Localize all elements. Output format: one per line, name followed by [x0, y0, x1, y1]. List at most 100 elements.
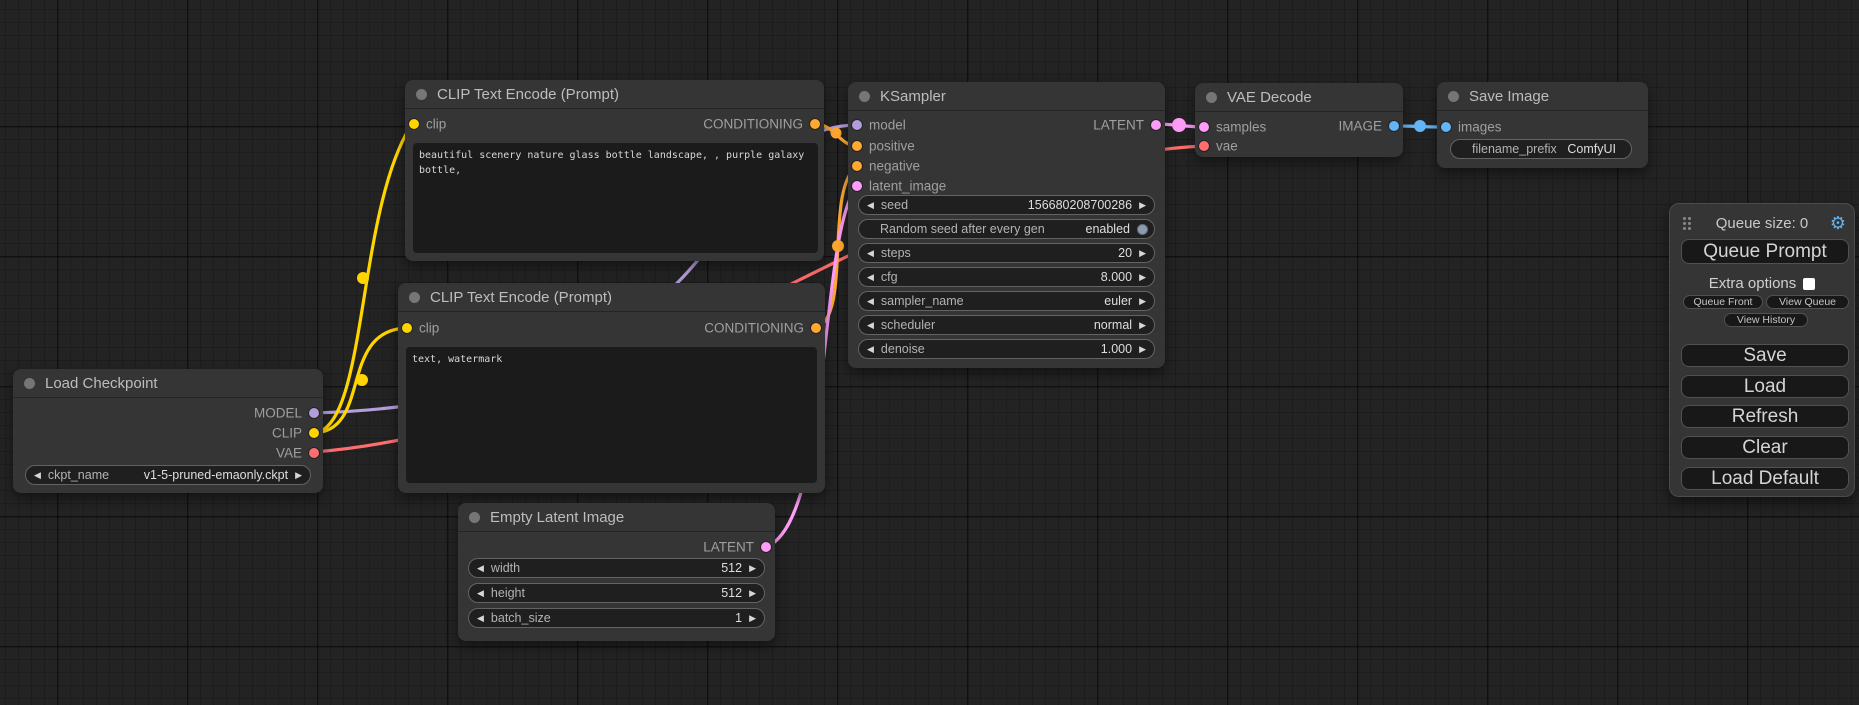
- node-load-checkpoint[interactable]: Load Checkpoint MODEL CLIP VAE ◀ ckpt_na…: [13, 369, 323, 493]
- decrement-arrow-icon[interactable]: ◀: [867, 297, 874, 306]
- node-clip-text-encode-negative[interactable]: CLIP Text Encode (Prompt) clip CONDITION…: [398, 283, 825, 493]
- random-seed-toggle-widget[interactable]: Random seed after every gen enabled: [858, 219, 1155, 239]
- node-titlebar[interactable]: Save Image: [1437, 82, 1648, 111]
- input-port-vae[interactable]: [1199, 141, 1209, 151]
- scheduler-widget[interactable]: ◀ scheduler normal ▶: [858, 315, 1155, 335]
- collapse-dot-icon[interactable]: [859, 91, 870, 102]
- output-port-latent[interactable]: [761, 542, 771, 552]
- queue-prompt-button[interactable]: Queue Prompt: [1681, 239, 1849, 264]
- height-widget[interactable]: ◀ height 512 ▶: [468, 583, 765, 603]
- decrement-arrow-icon[interactable]: ◀: [477, 589, 484, 598]
- increment-arrow-icon[interactable]: ▶: [1139, 249, 1146, 258]
- node-titlebar[interactable]: VAE Decode: [1195, 83, 1403, 112]
- increment-arrow-icon[interactable]: ▶: [749, 614, 756, 623]
- output-port-model[interactable]: [309, 408, 319, 418]
- link-midpoint-dot[interactable]: [356, 374, 368, 386]
- decrement-arrow-icon[interactable]: ◀: [867, 201, 874, 210]
- collapse-dot-icon[interactable]: [1448, 91, 1459, 102]
- ckpt-name-widget[interactable]: ◀ ckpt_name v1-5-pruned-emaonly.ckpt ▶: [25, 465, 311, 485]
- node-titlebar[interactable]: Load Checkpoint: [13, 369, 323, 398]
- link-midpoint-dot[interactable]: [1172, 118, 1186, 132]
- increment-arrow-icon[interactable]: ▶: [749, 564, 756, 573]
- input-label-clip: clip: [419, 321, 439, 336]
- widget-value: 8.000: [1101, 270, 1132, 284]
- node-titlebar[interactable]: Empty Latent Image: [458, 503, 775, 532]
- prompt-textarea[interactable]: beautiful scenery nature glass bottle la…: [413, 143, 818, 253]
- decrement-arrow-icon[interactable]: ◀: [477, 614, 484, 623]
- input-label-positive: positive: [869, 139, 915, 154]
- extra-options-row: Extra options: [1670, 275, 1854, 292]
- refresh-button[interactable]: Refresh: [1681, 405, 1849, 428]
- view-history-button[interactable]: View History: [1724, 313, 1808, 327]
- clear-button[interactable]: Clear: [1681, 436, 1849, 459]
- increment-arrow-icon[interactable]: ▶: [295, 471, 302, 480]
- link-midpoint-dot[interactable]: [357, 272, 369, 284]
- output-label-image: IMAGE: [1338, 119, 1382, 134]
- denoise-widget[interactable]: ◀ denoise 1.000 ▶: [858, 339, 1155, 359]
- output-port-clip[interactable]: [309, 428, 319, 438]
- input-port-clip[interactable]: [402, 323, 412, 333]
- comfyui-canvas[interactable]: { "icons": {"left_arrow":"◀","right_arro…: [0, 0, 1859, 705]
- output-port-vae[interactable]: [309, 448, 319, 458]
- widget-label: scheduler: [881, 318, 935, 332]
- collapse-dot-icon[interactable]: [469, 512, 480, 523]
- load-button[interactable]: Load: [1681, 375, 1849, 398]
- view-queue-button[interactable]: View Queue: [1766, 295, 1849, 309]
- node-clip-text-encode-positive[interactable]: CLIP Text Encode (Prompt) clip CONDITION…: [405, 80, 824, 261]
- input-port-model[interactable]: [852, 120, 862, 130]
- batch-size-widget[interactable]: ◀ batch_size 1 ▶: [468, 608, 765, 628]
- input-port-samples[interactable]: [1199, 122, 1209, 132]
- node-empty-latent-image[interactable]: Empty Latent Image LATENT ◀ width 512 ▶ …: [458, 503, 775, 641]
- filename-prefix-widget[interactable]: filename_prefix ComfyUI: [1450, 139, 1632, 159]
- sampler-name-widget[interactable]: ◀ sampler_name euler ▶: [858, 291, 1155, 311]
- save-button[interactable]: Save: [1681, 344, 1849, 367]
- collapse-dot-icon[interactable]: [409, 292, 420, 303]
- node-titlebar[interactable]: KSampler: [848, 82, 1165, 111]
- steps-widget[interactable]: ◀ steps 20 ▶: [858, 243, 1155, 263]
- collapse-dot-icon[interactable]: [416, 89, 427, 100]
- node-titlebar[interactable]: CLIP Text Encode (Prompt): [398, 283, 825, 312]
- collapse-dot-icon[interactable]: [1206, 92, 1217, 103]
- extra-options-checkbox[interactable]: [1803, 278, 1815, 290]
- drag-handle-icon[interactable]: [1683, 217, 1686, 220]
- input-port-clip[interactable]: [409, 119, 419, 129]
- node-vae-decode[interactable]: VAE Decode samples vae IMAGE: [1195, 83, 1403, 157]
- decrement-arrow-icon[interactable]: ◀: [867, 345, 874, 354]
- increment-arrow-icon[interactable]: ▶: [1139, 201, 1146, 210]
- decrement-arrow-icon[interactable]: ◀: [867, 249, 874, 258]
- queue-front-button[interactable]: Queue Front: [1683, 295, 1763, 309]
- load-default-button[interactable]: Load Default: [1681, 467, 1849, 490]
- output-port-conditioning[interactable]: [811, 323, 821, 333]
- output-label-model: MODEL: [254, 406, 302, 421]
- settings-gear-icon[interactable]: ⚙: [1830, 212, 1846, 234]
- decrement-arrow-icon[interactable]: ◀: [867, 273, 874, 282]
- output-port-image[interactable]: [1389, 121, 1399, 131]
- increment-arrow-icon[interactable]: ▶: [1139, 321, 1146, 330]
- prompt-textarea[interactable]: text, watermark: [406, 347, 817, 483]
- decrement-arrow-icon[interactable]: ◀: [867, 321, 874, 330]
- seed-widget[interactable]: ◀ seed 156680208700286 ▶: [858, 195, 1155, 215]
- input-label-model: model: [869, 118, 906, 133]
- link-midpoint-dot[interactable]: [1414, 120, 1426, 132]
- cfg-widget[interactable]: ◀ cfg 8.000 ▶: [858, 267, 1155, 287]
- link-midpoint-dot[interactable]: [831, 128, 842, 139]
- decrement-arrow-icon[interactable]: ◀: [477, 564, 484, 573]
- input-port-negative[interactable]: [852, 161, 862, 171]
- increment-arrow-icon[interactable]: ▶: [1139, 297, 1146, 306]
- link-midpoint-dot[interactable]: [832, 240, 844, 252]
- collapse-dot-icon[interactable]: [24, 378, 35, 389]
- node-save-image[interactable]: Save Image images filename_prefix ComfyU…: [1437, 82, 1648, 168]
- input-port-images[interactable]: [1441, 122, 1451, 132]
- input-port-positive[interactable]: [852, 141, 862, 151]
- increment-arrow-icon[interactable]: ▶: [749, 589, 756, 598]
- decrement-arrow-icon[interactable]: ◀: [34, 471, 41, 480]
- output-port-conditioning[interactable]: [810, 119, 820, 129]
- input-port-latent-image[interactable]: [852, 181, 862, 191]
- increment-arrow-icon[interactable]: ▶: [1139, 345, 1146, 354]
- increment-arrow-icon[interactable]: ▶: [1139, 273, 1146, 282]
- toggle-dot-icon[interactable]: [1137, 224, 1148, 235]
- output-port-latent[interactable]: [1151, 120, 1161, 130]
- width-widget[interactable]: ◀ width 512 ▶: [468, 558, 765, 578]
- node-titlebar[interactable]: CLIP Text Encode (Prompt): [405, 80, 824, 109]
- node-ksampler[interactable]: KSampler model positive negative latent_…: [848, 82, 1165, 368]
